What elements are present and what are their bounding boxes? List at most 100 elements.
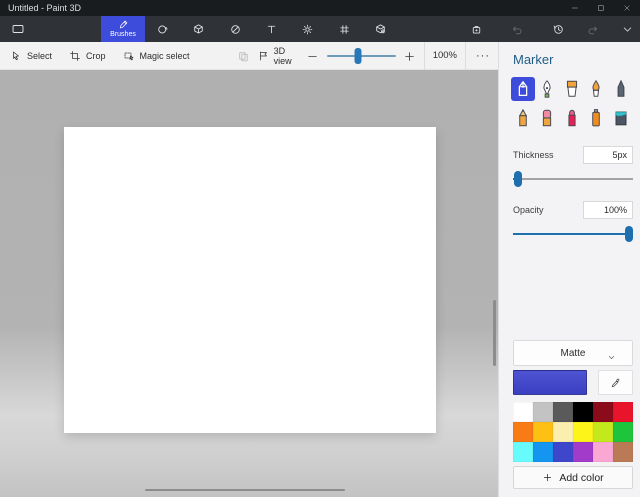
shape-2d-icon — [156, 23, 169, 36]
brush-tool-spray-can[interactable] — [584, 106, 608, 130]
palette-swatch-5a5a5a[interactable] — [553, 402, 573, 422]
palette-swatch-fdf41a[interactable] — [573, 422, 593, 442]
spray-can-icon — [586, 108, 606, 128]
opacity-slider[interactable] — [513, 226, 633, 242]
palette-swatch-f97b16[interactable] — [513, 422, 533, 442]
main-toolbar: Brushes — [0, 16, 640, 42]
undo-button[interactable] — [505, 16, 529, 42]
3d-view-icon — [258, 50, 270, 62]
close-icon — [623, 4, 631, 12]
workspace — [0, 70, 498, 497]
brush-tool-eraser[interactable] — [535, 106, 559, 130]
tab-effects[interactable] — [295, 16, 319, 42]
add-color-button[interactable]: Add color — [513, 466, 633, 489]
drawing-canvas[interactable] — [64, 127, 436, 433]
side-panel: Marker Thickness Opacity Matte — [498, 42, 640, 497]
menu-button[interactable] — [6, 16, 30, 42]
tab-3d-shapes[interactable] — [186, 16, 210, 42]
thickness-slider[interactable] — [513, 171, 633, 187]
thickness-slider-thumb[interactable] — [514, 171, 522, 187]
horizontal-scrollbar[interactable] — [145, 489, 345, 491]
undo-icon — [511, 23, 524, 36]
palette-swatch-3e47cc[interactable] — [553, 442, 573, 462]
select-button[interactable]: Select — [10, 50, 52, 62]
cursor-icon — [10, 50, 22, 62]
plus-icon — [542, 472, 553, 483]
palette-swatch-b97a55[interactable] — [613, 442, 633, 462]
palette-swatch-8b0b1a[interactable] — [593, 402, 613, 422]
calligraphy-pen-icon — [537, 79, 557, 99]
material-dropdown[interactable]: Matte — [513, 340, 633, 366]
palette-swatch-a23bc9[interactable] — [573, 442, 593, 462]
palette-swatch-c3e81c[interactable] — [593, 422, 613, 442]
panel-title: Marker — [513, 52, 640, 67]
palette-swatch-68fbfd[interactable] — [513, 442, 533, 462]
brush-tool-pencil[interactable] — [511, 106, 535, 130]
tab-text[interactable] — [259, 16, 283, 42]
zoom-in-button[interactable] — [402, 50, 418, 63]
3d-view-toggle[interactable]: 3D view — [258, 46, 300, 66]
minus-icon — [306, 50, 319, 63]
zoom-level-value[interactable]: 100% — [424, 42, 466, 70]
thickness-slider-track[interactable] — [513, 178, 633, 180]
minimize-button[interactable] — [562, 0, 588, 16]
brush-tool-fill[interactable] — [609, 106, 633, 130]
palette-swatch-e8142b[interactable] — [613, 402, 633, 422]
tab-brushes[interactable]: Brushes — [101, 16, 145, 42]
zoom-out-button[interactable] — [305, 50, 321, 63]
crop-button[interactable]: Crop — [69, 50, 106, 62]
eyedropper-button[interactable] — [598, 370, 633, 395]
copy-button[interactable] — [236, 50, 252, 63]
close-button[interactable] — [614, 0, 640, 16]
watercolor-icon — [586, 79, 606, 99]
tab-canvas[interactable] — [332, 16, 356, 42]
tab-stickers[interactable] — [223, 16, 247, 42]
brush-tool-crayon[interactable] — [560, 106, 584, 130]
paste-button[interactable] — [464, 16, 488, 42]
tab-3d-library[interactable] — [368, 16, 392, 42]
3d-view-label: 3D view — [274, 46, 300, 66]
fill-icon — [611, 108, 631, 128]
palette-swatch-1ec43c[interactable] — [613, 422, 633, 442]
palette-swatch-c3c3c3[interactable] — [533, 402, 553, 422]
palette-swatch-f9a8d4[interactable] — [593, 442, 613, 462]
paste-icon — [470, 23, 483, 36]
brush-tool-oil-brush[interactable] — [560, 77, 584, 101]
pixel-pen-icon — [611, 79, 631, 99]
brush-tool-calligraphy-pen[interactable] — [535, 77, 559, 101]
brush-tool-pixel-pen[interactable] — [609, 77, 633, 101]
redo-button[interactable] — [580, 16, 604, 42]
zoom-slider-thumb[interactable] — [354, 48, 361, 64]
crayon-icon — [562, 108, 582, 128]
material-value: Matte — [560, 348, 585, 359]
history-button[interactable] — [546, 16, 570, 42]
more-options-button[interactable]: ··· — [472, 50, 494, 62]
opacity-input[interactable] — [583, 201, 633, 219]
tab-2d-shapes[interactable] — [150, 16, 174, 42]
sun-icon — [301, 23, 314, 36]
palette-swatch-fdc013[interactable] — [533, 422, 553, 442]
add-color-label: Add color — [559, 472, 603, 484]
palette-swatch-1495ef[interactable] — [533, 442, 553, 462]
brush-tool-watercolor[interactable] — [584, 77, 608, 101]
magic-select-button[interactable]: Magic select — [123, 50, 190, 62]
ribbon-toolbar: Select Crop Magic select 3D view 100% ··· — [0, 42, 498, 70]
zoom-slider[interactable] — [327, 48, 396, 64]
maximize-button[interactable] — [588, 0, 614, 16]
expand-button[interactable] — [615, 16, 639, 42]
current-color-swatch[interactable] — [513, 370, 587, 395]
vertical-scrollbar[interactable] — [493, 300, 496, 366]
copy-icon — [237, 50, 250, 63]
opacity-label: Opacity — [513, 205, 544, 215]
brush-tool-marker[interactable] — [511, 77, 535, 101]
palette-swatch-ffffff[interactable] — [513, 402, 533, 422]
thickness-input[interactable] — [583, 146, 633, 164]
palette-swatch-000000[interactable] — [573, 402, 593, 422]
palette-swatch-fbefaf[interactable] — [553, 422, 573, 442]
crop-label: Crop — [86, 51, 106, 61]
window-controls — [562, 0, 640, 16]
marker-icon — [513, 79, 533, 99]
eraser-icon — [537, 108, 557, 128]
brush-icon — [118, 19, 129, 30]
opacity-slider-thumb[interactable] — [625, 226, 633, 242]
